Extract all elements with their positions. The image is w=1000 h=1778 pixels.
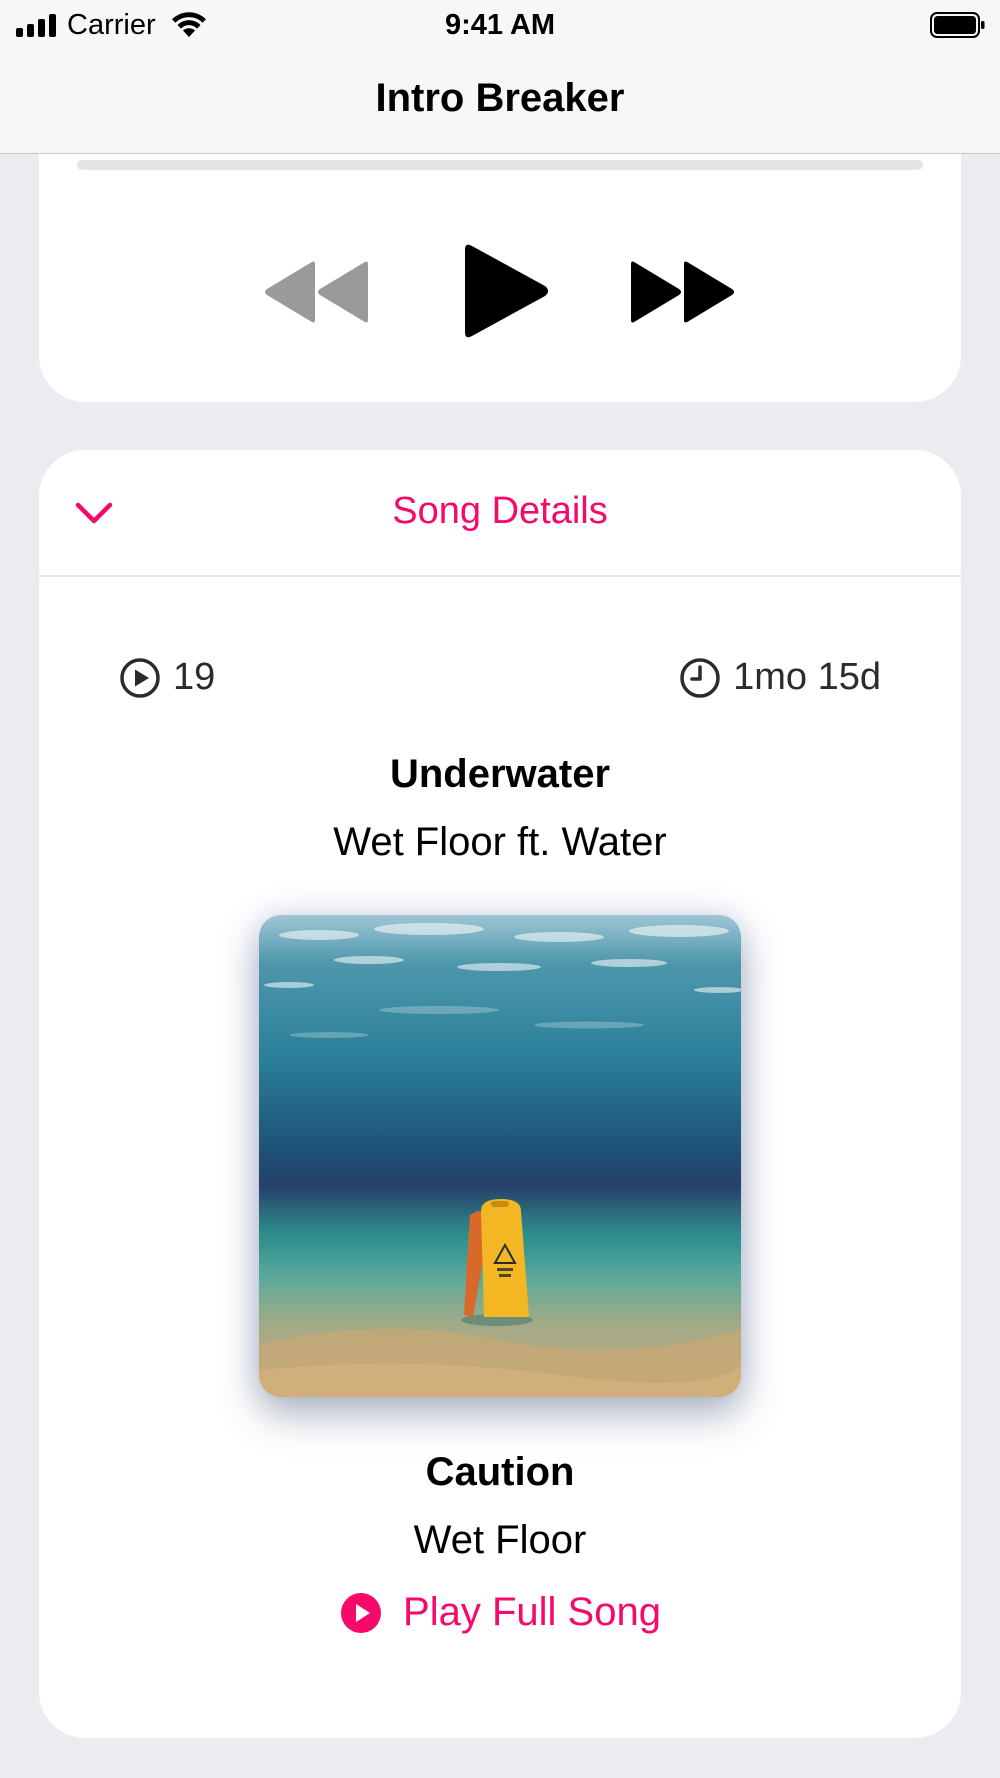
song-details-header[interactable]: Song Details <box>39 450 961 577</box>
play-full-song-label: Play Full Song <box>403 1590 661 1634</box>
album-artist: Wet Floor <box>413 1518 587 1562</box>
clock-icon <box>680 657 720 698</box>
play-icon[interactable] <box>461 242 551 340</box>
player-card <box>39 120 961 402</box>
battery-icon <box>930 12 985 38</box>
album-artwork-image <box>259 915 741 1397</box>
play-count-value: 19 <box>173 656 216 698</box>
song-details-title: Song Details <box>392 490 608 532</box>
status-time: 9:41 AM <box>444 9 556 41</box>
progress-bar[interactable] <box>77 160 923 170</box>
song-details-card: Song Details 19 1mo 15d Underwater Wet F… <box>39 450 961 1738</box>
top-bar: Carrier 9:41 AM Intro Breaker <box>0 0 1000 154</box>
age-stat: 1mo 15d <box>679 656 881 699</box>
play-circle-icon <box>120 657 160 698</box>
play-count-stat: 19 <box>119 656 215 699</box>
status-bar: Carrier 9:41 AM <box>0 0 1000 52</box>
song-title: Underwater <box>389 752 611 796</box>
album-title: Caution <box>425 1450 575 1494</box>
album-artwork <box>259 915 741 1397</box>
play-full-song-button[interactable]: Play Full Song <box>39 1590 961 1635</box>
rewind-icon[interactable] <box>263 260 370 324</box>
page-title: Intro Breaker <box>375 76 625 120</box>
song-artist: Wet Floor ft. Water <box>333 820 667 864</box>
fast-forward-icon[interactable] <box>629 260 736 324</box>
age-value: 1mo 15d <box>733 656 881 698</box>
play-circle-filled-icon <box>341 1592 382 1633</box>
